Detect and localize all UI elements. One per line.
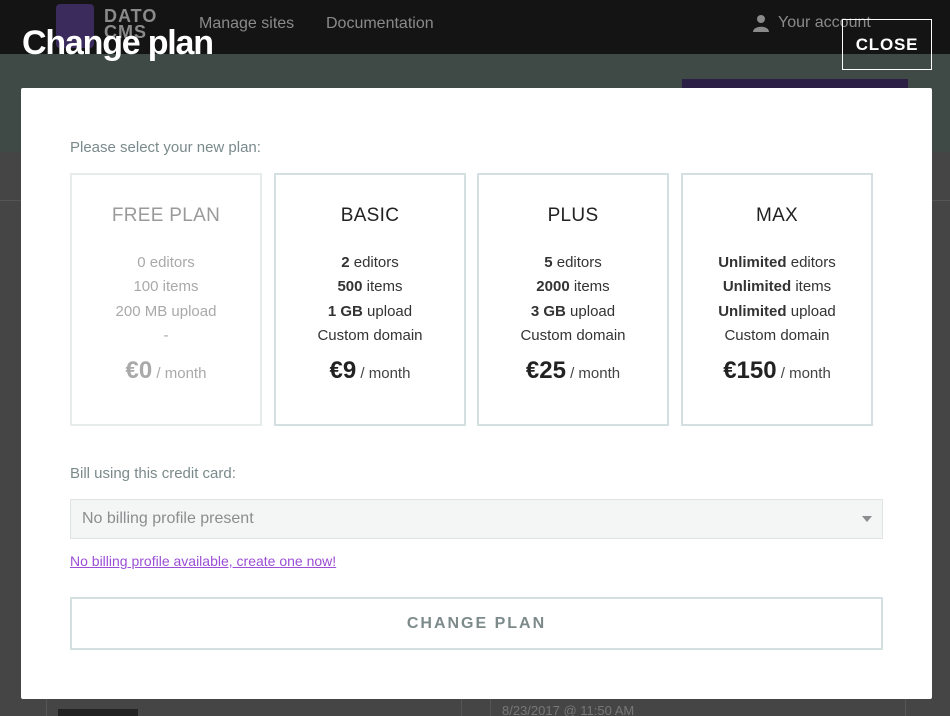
change-plan-button[interactable]: CHANGE PLAN xyxy=(70,597,883,650)
chevron-down-icon xyxy=(862,516,872,522)
user-icon xyxy=(753,15,769,32)
select-plan-label: Please select your new plan: xyxy=(70,139,261,156)
plan-card-basic[interactable]: BASIC 2 editors 500 items 1 GB upload Cu… xyxy=(274,173,466,426)
plan-price: €25 / month xyxy=(525,357,621,385)
plan-features: Unlimited editors Unlimited items Unlimi… xyxy=(718,254,836,344)
background-date: 8/23/2017 @ 11:50 AM xyxy=(502,703,635,716)
plan-price: €9 / month xyxy=(329,357,411,385)
nav-manage-sites[interactable]: Manage sites xyxy=(199,15,294,33)
plan-features: 0 editors 100 items 200 MB upload - xyxy=(115,254,217,344)
plan-card-plus[interactable]: PLUS 5 editors 2000 items 3 GB upload Cu… xyxy=(477,173,669,426)
background-element xyxy=(58,709,138,716)
plan-features: 2 editors 500 items 1 GB upload Custom d… xyxy=(317,254,423,344)
create-billing-profile-link[interactable]: No billing profile available, create one… xyxy=(70,553,336,569)
plan-features: 5 editors 2000 items 3 GB upload Custom … xyxy=(520,254,626,344)
plan-name: PLUS xyxy=(547,205,599,226)
billing-select-value: No billing profile present xyxy=(82,510,254,527)
close-button[interactable]: CLOSE xyxy=(842,19,932,70)
plan-price: €150 / month xyxy=(723,357,831,385)
plan-name: BASIC xyxy=(340,205,400,226)
billing-profile-select[interactable]: No billing profile present xyxy=(70,499,883,539)
nav-documentation[interactable]: Documentation xyxy=(326,15,434,33)
bill-label: Bill using this credit card: xyxy=(70,465,236,482)
plan-card-max[interactable]: MAX Unlimited editors Unlimited items Un… xyxy=(681,173,873,426)
plan-name: FREE PLAN xyxy=(111,205,221,226)
plan-name: MAX xyxy=(755,205,799,226)
plan-options: FREE PLAN 0 editors 100 items 200 MB upl… xyxy=(70,173,873,426)
plan-price: €0 / month xyxy=(125,357,207,385)
modal-title: Change plan xyxy=(22,24,214,62)
plan-card-free[interactable]: FREE PLAN 0 editors 100 items 200 MB upl… xyxy=(70,173,262,426)
change-plan-modal: Please select your new plan: FREE PLAN 0… xyxy=(21,88,932,699)
